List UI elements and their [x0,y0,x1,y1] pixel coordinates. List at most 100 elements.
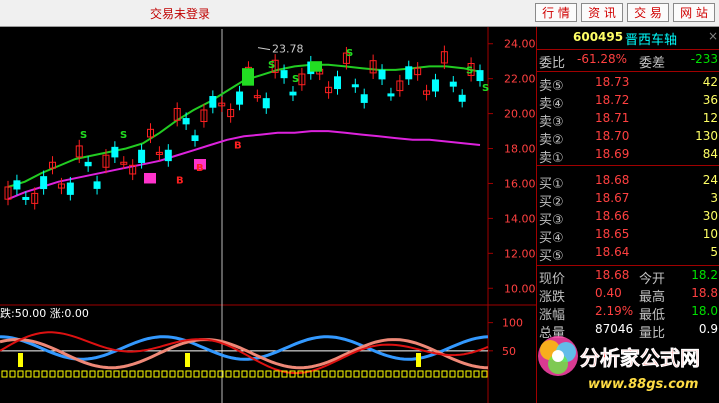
ratio-label: 委比 [539,56,566,71]
osc-bar [225,370,232,378]
osc-bar [257,370,264,378]
tab-website[interactable]: 网 站 [673,3,715,22]
buy-signal-label: B [196,163,204,174]
candle-body [378,69,386,80]
osc-bar [433,370,440,378]
book-price: 18.70 [595,129,630,143]
signal-candle [242,68,254,86]
osc-bar [409,370,416,378]
osc-bar [321,370,328,378]
diff-value: -233 [690,52,718,66]
stock-code: 600495 [573,30,624,44]
book-volume: 12 [702,111,718,125]
book-row[interactable]: 买① 18.68 24 [537,173,719,192]
stat-label: 今开 [639,272,666,287]
y-tick-label: 16.00 [504,177,536,190]
osc-bar [449,370,456,378]
osc-bar [241,370,248,378]
candle-body [40,176,48,190]
book-row[interactable]: 买④ 18.65 10 [537,227,719,246]
sell-signal-label: S [466,65,473,76]
osc-bar [353,370,360,378]
book-volume: 36 [702,93,718,107]
ratio-value: -61.28% [577,52,628,66]
osc-bar [177,370,184,378]
osc-bar [417,370,424,378]
candle-body [111,146,119,158]
book-volume: 3 [710,191,718,205]
book-row[interactable]: 买② 18.67 3 [537,191,719,210]
y-tick-label: 14.00 [504,212,536,225]
candle-body [449,81,457,87]
top-toolbar: 交易未登录 行 情 资 讯 交 易 网 站 [0,0,719,27]
osc-bar [185,370,192,378]
osc-bar [337,370,344,378]
book-volume: 30 [702,209,718,223]
flower-logo-icon [538,336,578,376]
candle-body [236,91,244,105]
book-level-label: 买② [539,195,564,210]
candle-body [66,182,74,195]
osc-bar [345,370,352,378]
book-level-label: 买③ [539,213,564,228]
candle-body [209,96,217,108]
stock-header: 600495 晋西车轴 × [537,27,719,50]
y-tick-label: 10.00 [504,282,536,295]
osc-tick-label: 50 [502,345,516,358]
osc-bar [49,370,56,378]
tab-news[interactable]: 资 讯 [581,3,623,22]
book-level-label: 卖② [539,133,564,148]
watermark-url: www.88gs.com [588,377,698,392]
stat-row: 现价 18.68 今开 18.2 [537,268,719,287]
book-row[interactable]: 买③ 18.66 30 [537,209,719,228]
tab-trade[interactable]: 交 易 [627,3,669,22]
sell-signal-label: S [80,130,87,141]
tab-quotes[interactable]: 行 情 [535,3,577,22]
osc-bar [81,370,88,378]
buy-signal-label: B [176,175,184,186]
y-tick-label: 24.00 [504,38,536,51]
book-row[interactable]: 卖④ 18.72 36 [537,93,719,112]
osc-bar [193,370,200,378]
book-price: 18.67 [595,191,630,205]
candle-body [191,135,199,142]
divider [537,265,719,266]
peak-marker [257,47,271,51]
candle-body [334,76,342,90]
candle-body [387,93,395,97]
book-price: 18.69 [595,147,630,161]
stat-row: 涨跌 0.40 最高 18.8 [537,286,719,305]
osc-bar [393,370,400,378]
osc-bar [441,370,448,378]
book-volume: 84 [702,147,718,161]
book-price: 18.68 [595,173,630,187]
stat-value: 18.2 [691,268,718,282]
book-volume: 24 [702,173,718,187]
osc-bar [361,370,368,378]
stat-label: 涨幅 [539,308,566,323]
stat-row: 涨幅 2.19% 最低 18.0 [537,304,719,323]
book-level-label: 买① [539,177,564,192]
book-row[interactable]: 卖② 18.70 130 [537,129,719,148]
stat-value: 0.40 [595,286,622,300]
osc-bar [169,370,176,378]
stat-value: 18.68 [595,268,630,282]
book-row[interactable]: 卖① 18.69 84 [537,147,719,166]
kline-chart[interactable]: 24.00 22.00 20.00 18.00 16.00 14.00 12.00 10.00… [0,27,536,403]
book-level-label: 买⑤ [539,249,564,264]
osc-bar [473,370,480,378]
login-status: 交易未登录 [150,7,211,21]
osc-bar [329,370,336,378]
close-icon[interactable]: × [708,29,718,43]
osc-bar [121,370,128,378]
y-tick-label: 22.00 [504,73,536,86]
osc-bar [105,370,112,378]
book-row[interactable]: 卖⑤ 18.73 42 [537,75,719,94]
osc-flag [18,353,23,367]
book-price: 18.71 [595,111,630,125]
candle-body [164,149,172,162]
osc-bar [377,370,384,378]
book-row[interactable]: 买⑤ 18.64 5 [537,245,719,264]
book-row[interactable]: 卖③ 18.71 12 [537,111,719,130]
y-tick-label: 12.00 [504,247,536,260]
